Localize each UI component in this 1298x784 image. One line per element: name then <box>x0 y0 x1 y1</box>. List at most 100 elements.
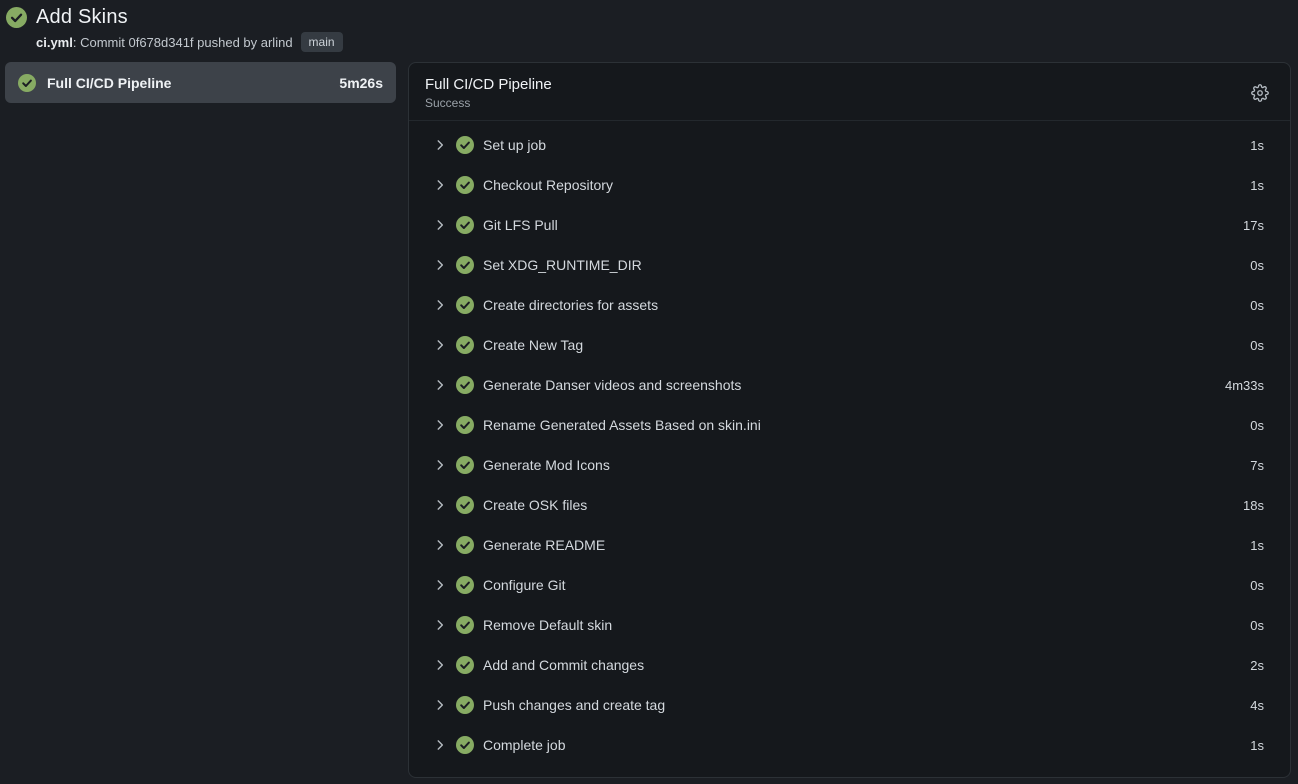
chevron-right-icon[interactable] <box>433 618 447 632</box>
job-name: Full CI/CD Pipeline <box>47 75 171 91</box>
step-name: Generate Danser videos and screenshots <box>483 377 741 393</box>
step-row[interactable]: Git LFS Pull 17s <box>409 205 1290 245</box>
step-row[interactable]: Create New Tag 0s <box>409 325 1290 365</box>
step-name: Set XDG_RUNTIME_DIR <box>483 257 642 273</box>
step-row[interactable]: Push changes and create tag 4s <box>409 685 1290 725</box>
step-row[interactable]: Add and Commit changes 2s <box>409 645 1290 685</box>
steps-list: Set up job 1s Checkout Repository 1s Git… <box>409 121 1290 777</box>
step-row[interactable]: Set XDG_RUNTIME_DIR 0s <box>409 245 1290 285</box>
step-duration: 0s <box>1250 418 1264 433</box>
job-status-text: Success <box>425 96 552 110</box>
step-name: Set up job <box>483 137 546 153</box>
job-status-check-icon <box>18 74 36 92</box>
run-content: Full CI/CD Pipeline 5m26s Full CI/CD Pip… <box>5 62 1291 778</box>
chevron-right-icon[interactable] <box>433 258 447 272</box>
chevron-right-icon[interactable] <box>433 578 447 592</box>
step-status-check-icon <box>456 456 474 474</box>
run-header: Add Skins ci.yml: Commit 0f678d341f push… <box>0 0 1298 52</box>
jobs-sidebar: Full CI/CD Pipeline 5m26s <box>5 62 396 103</box>
chevron-right-icon[interactable] <box>433 538 447 552</box>
step-duration: 18s <box>1243 498 1264 513</box>
chevron-right-icon[interactable] <box>433 498 447 512</box>
step-duration: 0s <box>1250 258 1264 273</box>
step-duration: 4s <box>1250 698 1264 713</box>
step-name: Generate Mod Icons <box>483 457 610 473</box>
step-row[interactable]: Rename Generated Assets Based on skin.in… <box>409 405 1290 445</box>
step-duration: 1s <box>1250 138 1264 153</box>
run-status-check-icon <box>6 7 27 28</box>
job-panel-title: Full CI/CD Pipeline <box>425 76 552 93</box>
step-duration: 1s <box>1250 178 1264 193</box>
step-duration: 17s <box>1243 218 1264 233</box>
commit-message: ci.yml: Commit 0f678d341f pushed by arli… <box>36 35 293 50</box>
step-status-check-icon <box>456 576 474 594</box>
step-status-check-icon <box>456 216 474 234</box>
step-name: Configure Git <box>483 577 565 593</box>
step-name: Push changes and create tag <box>483 697 665 713</box>
branch-badge[interactable]: main <box>301 32 343 52</box>
chevron-right-icon[interactable] <box>433 418 447 432</box>
chevron-right-icon[interactable] <box>433 458 447 472</box>
step-row[interactable]: Checkout Repository 1s <box>409 165 1290 205</box>
chevron-right-icon[interactable] <box>433 138 447 152</box>
step-row[interactable]: Configure Git 0s <box>409 565 1290 605</box>
gear-icon <box>1251 84 1269 102</box>
step-duration: 2s <box>1250 658 1264 673</box>
step-status-check-icon <box>456 496 474 514</box>
step-name: Create directories for assets <box>483 297 658 313</box>
step-row[interactable]: Generate Mod Icons 7s <box>409 445 1290 485</box>
step-row[interactable]: Complete job 1s <box>409 725 1290 765</box>
step-name: Add and Commit changes <box>483 657 644 673</box>
step-status-check-icon <box>456 656 474 674</box>
step-status-check-icon <box>456 736 474 754</box>
step-name: Generate README <box>483 537 605 553</box>
job-item-full-pipeline[interactable]: Full CI/CD Pipeline 5m26s <box>5 62 396 103</box>
run-subtitle: ci.yml: Commit 0f678d341f pushed by arli… <box>36 32 1288 52</box>
run-title: Add Skins <box>36 6 128 29</box>
step-status-check-icon <box>456 376 474 394</box>
step-name: Remove Default skin <box>483 617 612 633</box>
chevron-right-icon[interactable] <box>433 738 447 752</box>
workflow-file-name: ci.yml <box>36 35 73 50</box>
step-duration: 0s <box>1250 298 1264 313</box>
step-duration: 7s <box>1250 458 1264 473</box>
step-row[interactable]: Generate Danser videos and screenshots 4… <box>409 365 1290 405</box>
step-name: Checkout Repository <box>483 177 613 193</box>
step-row[interactable]: Create directories for assets 0s <box>409 285 1290 325</box>
step-row[interactable]: Create OSK files 18s <box>409 485 1290 525</box>
job-panel-header: Full CI/CD Pipeline Success <box>409 63 1290 121</box>
chevron-right-icon[interactable] <box>433 218 447 232</box>
step-name: Create OSK files <box>483 497 587 513</box>
step-row[interactable]: Generate README 1s <box>409 525 1290 565</box>
chevron-right-icon[interactable] <box>433 658 447 672</box>
step-row[interactable]: Set up job 1s <box>409 125 1290 165</box>
step-status-check-icon <box>456 136 474 154</box>
chevron-right-icon[interactable] <box>433 378 447 392</box>
step-duration: 1s <box>1250 738 1264 753</box>
job-duration: 5m26s <box>339 75 383 91</box>
step-status-check-icon <box>456 336 474 354</box>
chevron-right-icon[interactable] <box>433 178 447 192</box>
step-status-check-icon <box>456 696 474 714</box>
step-name: Rename Generated Assets Based on skin.in… <box>483 417 761 433</box>
step-status-check-icon <box>456 296 474 314</box>
job-settings-button[interactable] <box>1250 83 1270 103</box>
step-name: Complete job <box>483 737 566 753</box>
chevron-right-icon[interactable] <box>433 338 447 352</box>
job-detail-panel: Full CI/CD Pipeline Success Set up job 1… <box>408 62 1291 778</box>
step-status-check-icon <box>456 416 474 434</box>
step-duration: 1s <box>1250 538 1264 553</box>
step-row[interactable]: Remove Default skin 0s <box>409 605 1290 645</box>
step-name: Create New Tag <box>483 337 583 353</box>
workflow-run-page: Add Skins ci.yml: Commit 0f678d341f push… <box>0 0 1298 784</box>
chevron-right-icon[interactable] <box>433 698 447 712</box>
chevron-right-icon[interactable] <box>433 298 447 312</box>
step-name: Git LFS Pull <box>483 217 558 233</box>
step-status-check-icon <box>456 536 474 554</box>
step-duration: 0s <box>1250 618 1264 633</box>
step-status-check-icon <box>456 176 474 194</box>
step-duration: 0s <box>1250 578 1264 593</box>
step-status-check-icon <box>456 256 474 274</box>
step-duration: 4m33s <box>1225 378 1264 393</box>
step-status-check-icon <box>456 616 474 634</box>
